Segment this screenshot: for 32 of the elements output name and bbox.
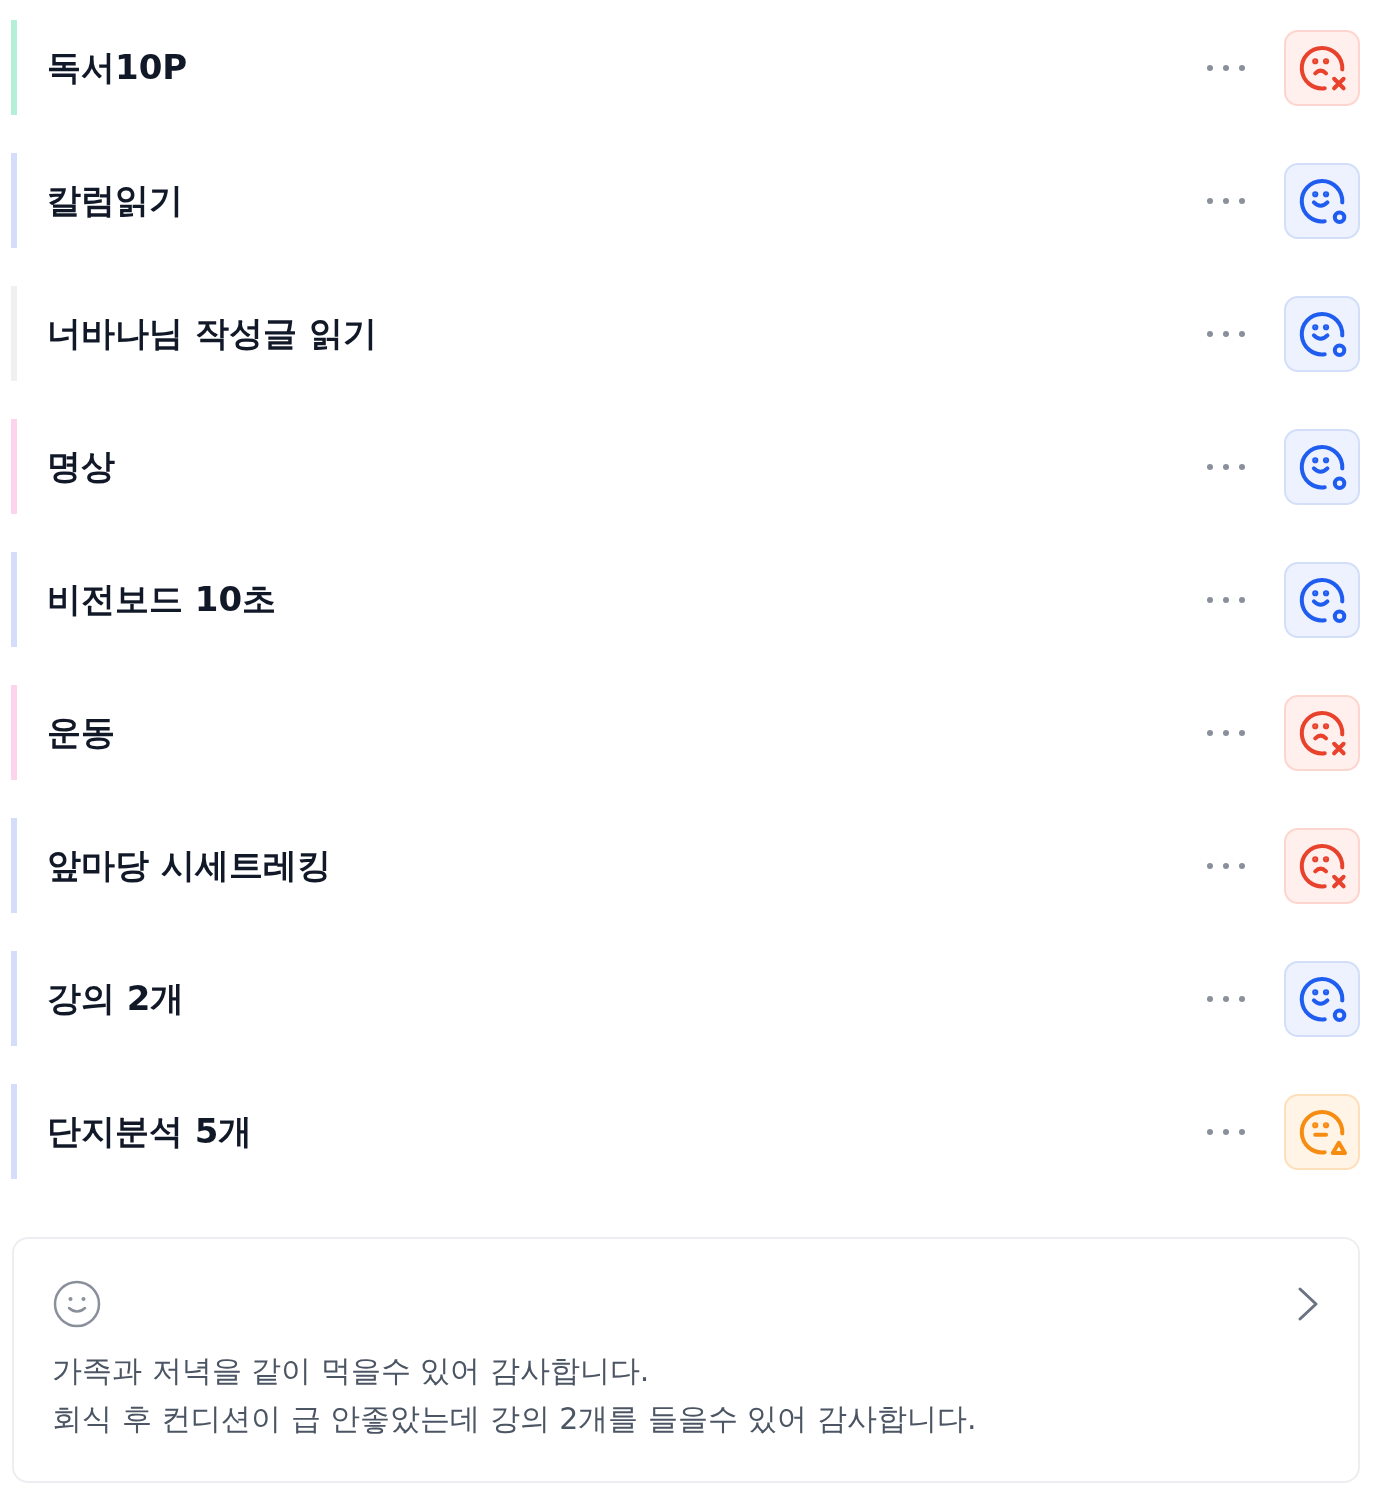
habit-title: 너바나님 작성글 읽기 bbox=[47, 311, 378, 355]
habit-title: 명상 bbox=[47, 444, 116, 488]
status-button[interactable] bbox=[1284, 827, 1360, 904]
more-icon[interactable] bbox=[1206, 728, 1246, 737]
note-text: 회식 후 컨디션이 급 안좋았는데 강의 2개를 들을수 있어 감사합니다. bbox=[52, 1400, 978, 1438]
habit-title: 앞마당 시세트레킹 bbox=[47, 843, 332, 887]
habit-title: 독서10P bbox=[47, 45, 189, 89]
note-card[interactable]: 가족과 저녁을 같이 먹을수 있어 감사합니다. 회식 후 컨디션이 급 안좋았는데 강의 2개를 들을수 있어 감사합니다. bbox=[12, 1237, 1360, 1483]
more-icon[interactable] bbox=[1206, 595, 1246, 604]
smile-icon[interactable] bbox=[52, 1279, 102, 1329]
more-icon[interactable] bbox=[1206, 63, 1246, 72]
more-icon[interactable] bbox=[1206, 994, 1246, 1003]
more-icon[interactable] bbox=[1206, 1127, 1246, 1136]
habit-title: 운동 bbox=[47, 710, 116, 754]
habit-title: 칼럼읽기 bbox=[47, 178, 184, 222]
habit-title: 단지분석 5개 bbox=[47, 1109, 254, 1153]
status-button[interactable] bbox=[1284, 1093, 1360, 1170]
more-icon[interactable] bbox=[1206, 462, 1246, 471]
note-text: 가족과 저녁을 같이 먹을수 있어 감사합니다. bbox=[52, 1352, 651, 1390]
habit-title: 비전보드 10초 bbox=[47, 577, 278, 621]
status-button[interactable] bbox=[1284, 428, 1360, 505]
status-button[interactable] bbox=[1284, 694, 1360, 771]
habit-title: 강의 2개 bbox=[47, 976, 186, 1020]
more-icon[interactable] bbox=[1206, 329, 1246, 338]
status-button[interactable] bbox=[1284, 162, 1360, 239]
status-button[interactable] bbox=[1284, 960, 1360, 1037]
status-button[interactable] bbox=[1284, 295, 1360, 372]
more-icon[interactable] bbox=[1206, 196, 1246, 205]
status-button[interactable] bbox=[1284, 29, 1360, 106]
status-button[interactable] bbox=[1284, 561, 1360, 638]
chevron-right-icon[interactable] bbox=[1296, 1286, 1320, 1322]
more-icon[interactable] bbox=[1206, 861, 1246, 870]
